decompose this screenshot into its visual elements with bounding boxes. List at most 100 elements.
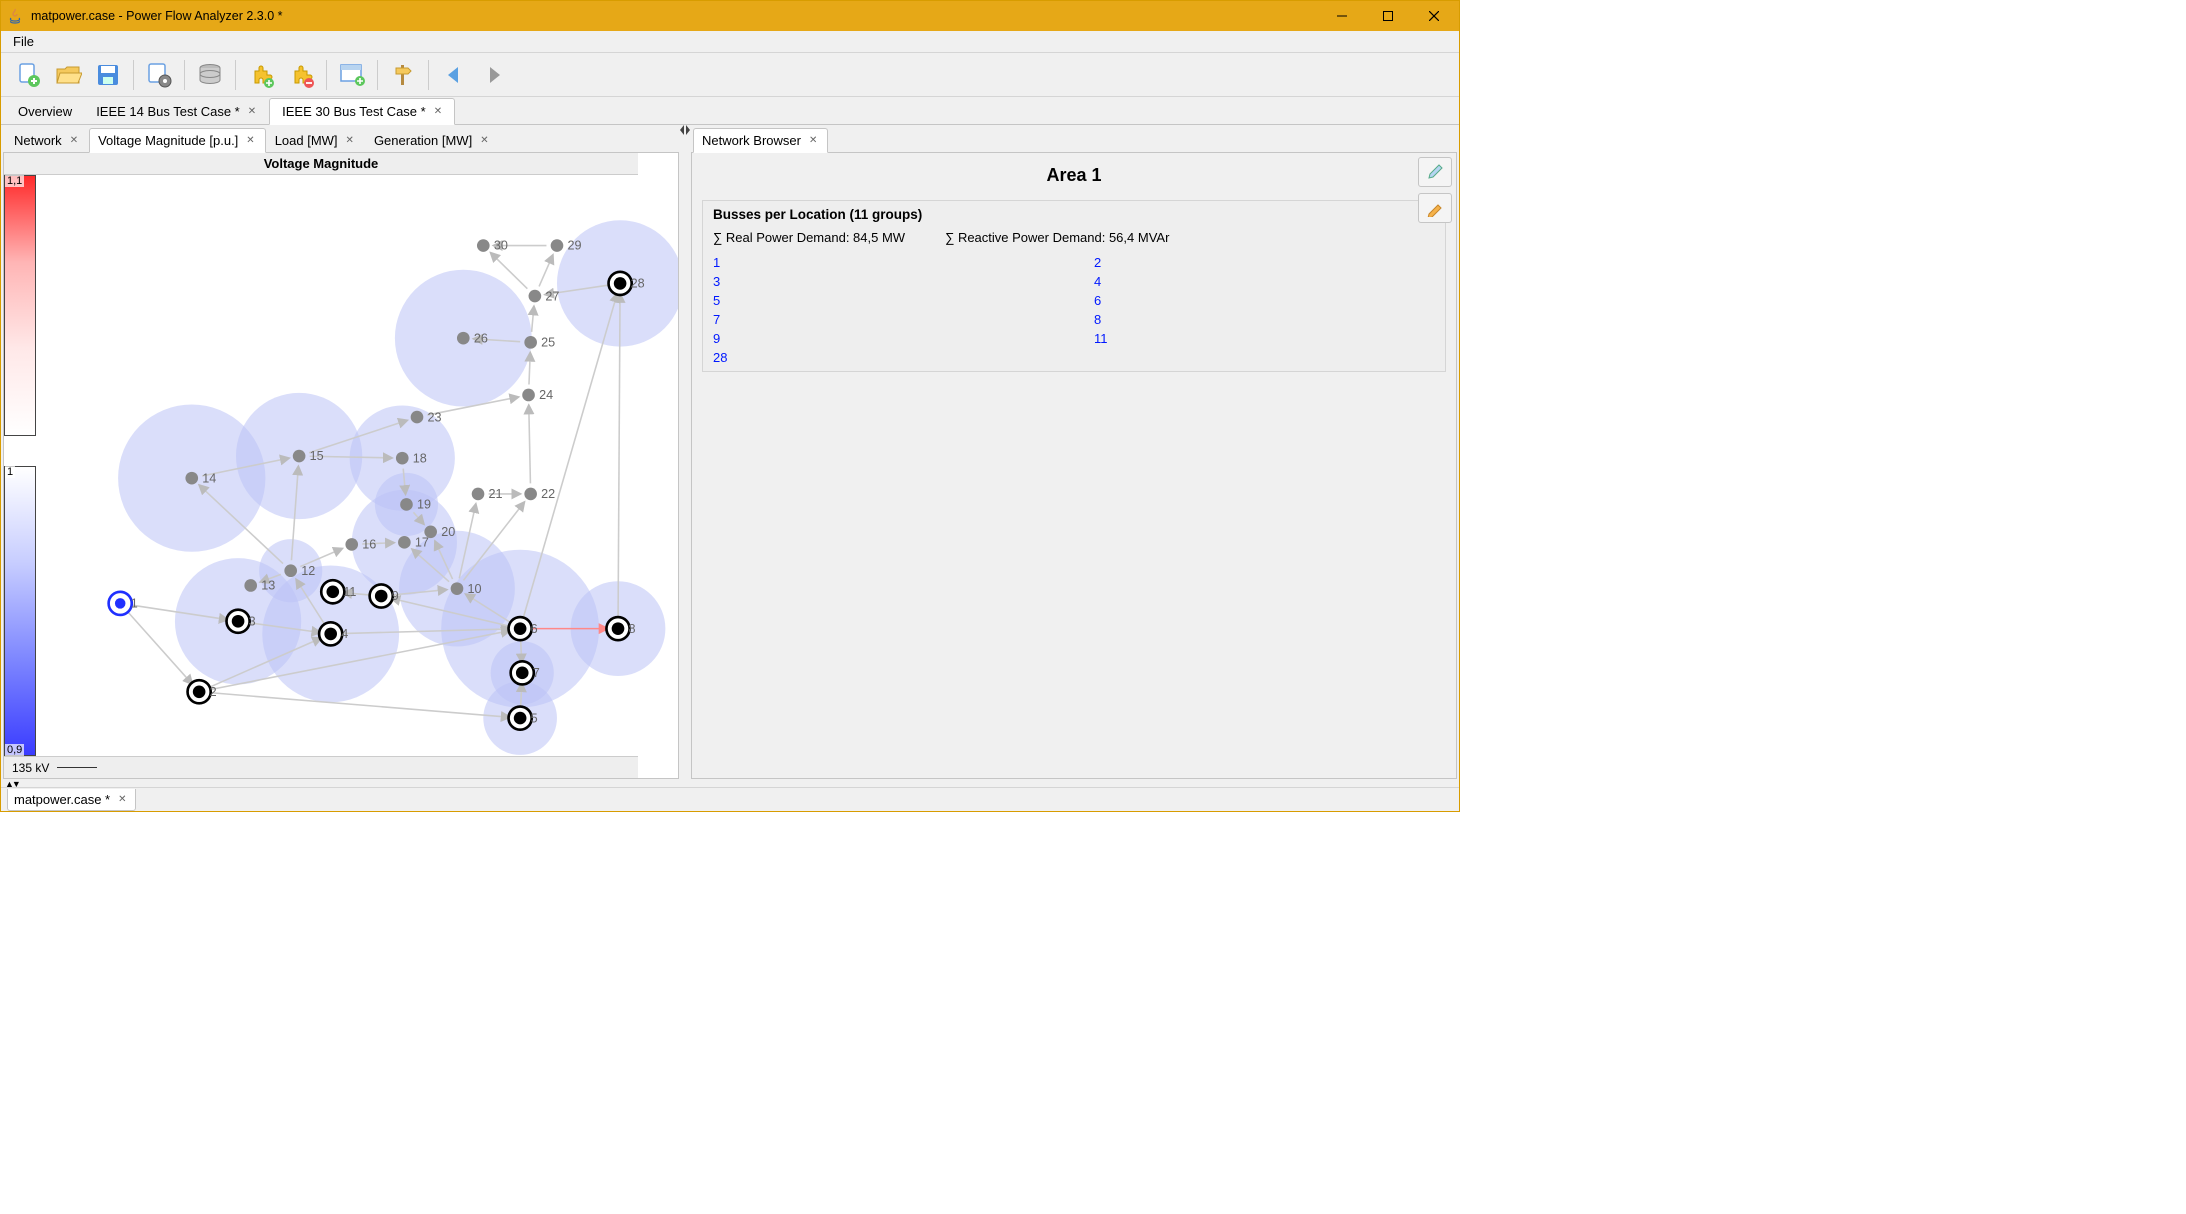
bus-node[interactable]: 24 <box>522 388 553 402</box>
location-link[interactable]: 1 <box>713 255 1054 270</box>
open-file-button[interactable] <box>49 57 87 93</box>
svg-text:12: 12 <box>301 564 315 578</box>
location-link[interactable]: 9 <box>713 331 1054 346</box>
left-tab-voltage[interactable]: Voltage Magnitude [p.u.]✕ <box>89 128 266 153</box>
add-panel-button[interactable] <box>333 57 371 93</box>
line-icon <box>57 767 97 768</box>
location-link[interactable]: 3 <box>713 274 1054 289</box>
close-icon[interactable]: ✕ <box>116 794 128 805</box>
svg-text:19: 19 <box>417 498 431 512</box>
close-icon[interactable]: ✕ <box>432 106 444 117</box>
tab-label: Network <box>14 133 62 148</box>
right-tab-browser[interactable]: Network Browser✕ <box>693 128 828 153</box>
main-tabs: Overview IEEE 14 Bus Test Case * ✕ IEEE 3… <box>1 97 1459 125</box>
scale-mid-label: 1 <box>5 466 15 478</box>
bottom-tab-case[interactable]: matpower.case *✕ <box>7 789 136 811</box>
close-button[interactable] <box>1411 1 1457 31</box>
svg-text:11: 11 <box>343 585 356 599</box>
area-title: Area 1 <box>698 159 1450 192</box>
location-link[interactable]: 4 <box>1094 274 1435 289</box>
location-link[interactable]: 28 <box>713 350 1054 365</box>
plugin-remove-button[interactable] <box>282 57 320 93</box>
sum-real-power: ∑ Real Power Demand: 84,5 MW <box>713 230 905 245</box>
scale-min-label: 0,9 <box>5 744 24 756</box>
svg-text:30: 30 <box>494 239 508 253</box>
left-pane: Network ✕ Voltage Magnitude [p.u.]✕ Load … <box>1 125 681 781</box>
splitter-vertical[interactable] <box>681 125 689 781</box>
bus-node[interactable]: 22 <box>524 487 555 501</box>
bus-node[interactable]: 1 <box>109 592 138 615</box>
svg-text:29: 29 <box>567 239 581 253</box>
plugin-add-button[interactable] <box>242 57 280 93</box>
main-tab-overview[interactable]: Overview <box>5 98 83 124</box>
location-links-grid: 1 2 3 4 5 6 7 8 9 11 28 <box>713 255 1435 365</box>
menu-file[interactable]: File <box>7 32 40 51</box>
left-tab-generation[interactable]: Generation [MW] ✕ <box>365 128 500 152</box>
close-icon[interactable]: ✕ <box>246 106 258 117</box>
toolbar <box>1 53 1459 97</box>
maximize-button[interactable] <box>1365 1 1411 31</box>
save-button[interactable] <box>89 57 127 93</box>
tab-label: IEEE 14 Bus Test Case * <box>96 104 240 119</box>
settings-button[interactable] <box>140 57 178 93</box>
svg-text:25: 25 <box>541 336 555 350</box>
svg-text:5: 5 <box>531 711 538 725</box>
svg-text:27: 27 <box>545 289 559 303</box>
svg-text:10: 10 <box>468 582 482 596</box>
voltage-title: Voltage Magnitude <box>4 153 638 175</box>
nb-edit-button[interactable] <box>1418 193 1452 223</box>
nav-forward-button[interactable] <box>475 57 513 93</box>
bus-node[interactable]: 25 <box>524 336 555 350</box>
location-link[interactable]: 6 <box>1094 293 1435 308</box>
network-graph[interactable]: 1234567891011121314151617181920212223242… <box>36 175 678 756</box>
nb-config-button[interactable] <box>1418 157 1452 187</box>
bus-node[interactable]: 30 <box>477 239 508 253</box>
bottom-tabs: matpower.case *✕ <box>1 787 1459 811</box>
svg-text:18: 18 <box>413 451 427 465</box>
bus-groups-card: Busses per Location (11 groups) ∑ Real P… <box>702 200 1446 372</box>
svg-text:24: 24 <box>539 388 553 402</box>
graph-area[interactable]: 1234567891011121314151617181920212223242… <box>36 175 678 756</box>
footer-label: 135 kV <box>12 757 49 779</box>
network-browser-view: Area 1 Busses per Location (11 groups) ∑… <box>691 153 1457 779</box>
signpost-button[interactable] <box>384 57 422 93</box>
right-tabs: Network Browser✕ <box>691 127 1457 153</box>
bus-node[interactable]: 2 <box>188 680 217 703</box>
svg-text:17: 17 <box>415 536 429 550</box>
close-icon[interactable]: ✕ <box>68 135 80 146</box>
tab-label: Overview <box>18 104 72 119</box>
main-tab-ieee14[interactable]: IEEE 14 Bus Test Case * ✕ <box>83 98 269 124</box>
location-link[interactable]: 2 <box>1094 255 1435 270</box>
location-link[interactable]: 8 <box>1094 312 1435 327</box>
svg-text:15: 15 <box>310 449 324 463</box>
location-link[interactable]: 7 <box>713 312 1054 327</box>
menubar: File <box>1 31 1459 53</box>
left-tab-network[interactable]: Network ✕ <box>5 128 89 152</box>
database-button[interactable] <box>191 57 229 93</box>
bus-node[interactable]: 29 <box>551 239 582 253</box>
minimize-button[interactable] <box>1319 1 1365 31</box>
nav-back-button[interactable] <box>435 57 473 93</box>
location-link[interactable]: 11 <box>1094 331 1435 346</box>
titlebar: matpower.case - Power Flow Analyzer 2.3.… <box>1 1 1459 31</box>
close-icon[interactable]: ✕ <box>344 135 356 146</box>
svg-text:4: 4 <box>341 627 348 641</box>
tab-label: Generation [MW] <box>374 133 472 148</box>
new-file-button[interactable] <box>9 57 47 93</box>
bus-node[interactable]: 21 <box>472 487 503 501</box>
scale-max-label: 1,1 <box>5 175 24 187</box>
close-icon[interactable]: ✕ <box>244 135 256 146</box>
svg-text:14: 14 <box>202 471 216 485</box>
svg-text:1: 1 <box>131 597 138 611</box>
left-tabs: Network ✕ Voltage Magnitude [p.u.]✕ Load … <box>3 127 679 153</box>
main-tab-ieee30[interactable]: IEEE 30 Bus Test Case *✕ <box>269 98 455 125</box>
java-icon <box>7 8 23 24</box>
tab-label: Load [MW] <box>275 133 338 148</box>
close-icon[interactable]: ✕ <box>478 135 490 146</box>
close-icon[interactable]: ✕ <box>807 135 819 146</box>
sum-reactive-power: ∑ Reactive Power Demand: 56,4 MVAr <box>945 230 1169 245</box>
location-link[interactable]: 5 <box>713 293 1054 308</box>
app-window: matpower.case - Power Flow Analyzer 2.3.… <box>0 0 1460 812</box>
bus-node[interactable]: 27 <box>529 289 560 303</box>
left-tab-load[interactable]: Load [MW] ✕ <box>266 128 365 152</box>
